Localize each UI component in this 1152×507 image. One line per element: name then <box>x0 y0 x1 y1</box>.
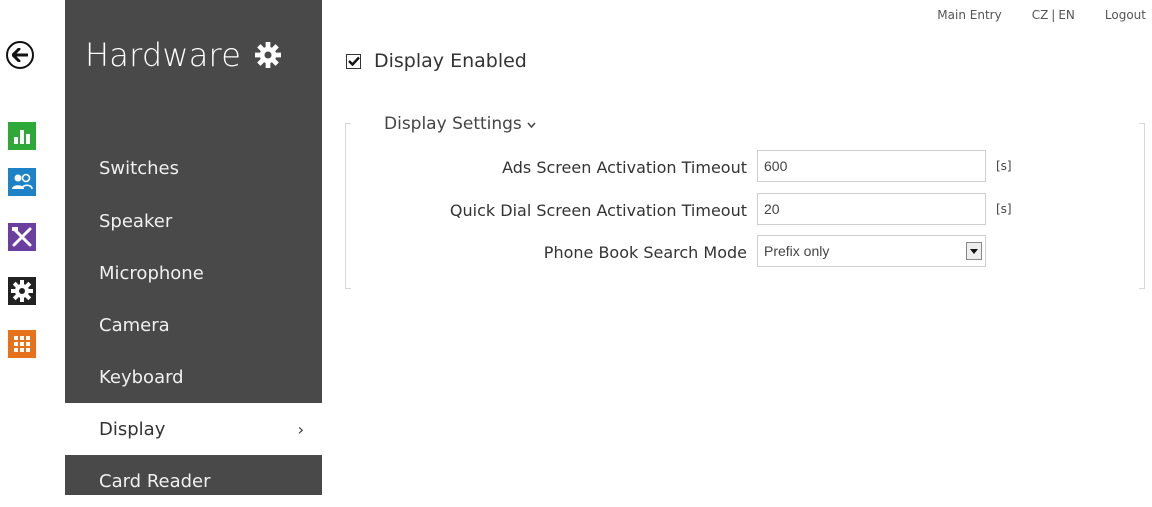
back-arrow-icon <box>12 48 28 62</box>
icon-rail <box>0 0 36 495</box>
group-corner <box>345 288 351 289</box>
quick-dial-timeout-unit: [s] <box>996 202 1012 216</box>
menu-item-microphone[interactable]: Microphone <box>65 247 322 299</box>
ads-timeout-label: Ads Screen Activation Timeout <box>502 158 747 177</box>
users-icon <box>12 173 33 190</box>
display-enabled-row[interactable]: Display Enabled <box>346 50 527 72</box>
lang-separator: | <box>1051 8 1056 22</box>
menu-item-card-reader[interactable]: Card Reader <box>65 455 322 507</box>
status-chart-icon <box>14 130 30 144</box>
group-title-text: Display Settings <box>384 114 522 134</box>
quick-dial-label-wrap: Quick Dial Screen Activation Timeout <box>345 201 747 220</box>
ads-timeout-row: Ads Screen Activation Timeout [s] <box>345 150 1145 182</box>
lang-en-link[interactable]: EN <box>1058 8 1075 22</box>
phonebook-mode-value: Prefix only <box>764 243 830 259</box>
hardware-menu: Hardware Switches Speaker Microphone Cam… <box>65 0 322 495</box>
menu-item-camera[interactable]: Camera <box>65 299 322 351</box>
directory-nav-button[interactable] <box>8 168 36 196</box>
main-entry-link[interactable]: Main Entry <box>937 8 1001 22</box>
ads-timeout-unit: [s] <box>996 159 1012 173</box>
services-nav-button[interactable] <box>8 223 36 251</box>
gear-icon <box>255 42 282 68</box>
menu-item-switches[interactable]: Switches <box>65 142 322 194</box>
gear-icon <box>11 280 33 302</box>
phonebook-mode-select[interactable]: Prefix only <box>757 235 986 267</box>
lang-cz-link[interactable]: CZ <box>1032 8 1049 22</box>
ads-timeout-label-wrap: Ads Screen Activation Timeout <box>345 158 747 177</box>
ads-timeout-input[interactable] <box>757 150 986 182</box>
group-corner <box>1139 123 1145 124</box>
system-nav-button[interactable] <box>8 330 36 358</box>
chevron-right-icon: › <box>297 419 304 439</box>
quick-dial-timeout-label: Quick Dial Screen Activation Timeout <box>449 201 747 220</box>
top-links: Main Entry CZ | EN Logout <box>937 8 1146 22</box>
hardware-nav-button[interactable] <box>8 277 36 305</box>
display-enabled-checkbox[interactable] <box>346 53 361 69</box>
phonebook-label-wrap: Phone Book Search Mode <box>345 243 747 262</box>
chevron-down-icon <box>527 118 536 131</box>
phonebook-mode-row: Phone Book Search Mode Prefix only <box>345 235 1145 267</box>
group-title[interactable]: Display Settings <box>382 114 538 134</box>
display-settings-group: Display Settings Ads Screen Activation T… <box>345 114 1145 289</box>
dropdown-arrow-icon[interactable] <box>966 242 982 260</box>
menu-item-speaker[interactable]: Speaker <box>65 195 322 247</box>
quick-dial-timeout-input[interactable] <box>757 193 986 225</box>
menu-title: Hardware <box>85 36 282 74</box>
menu-item-label: Microphone <box>99 262 204 284</box>
group-corner <box>1139 288 1145 289</box>
language-switch: CZ | EN <box>1032 8 1075 22</box>
tools-icon <box>12 227 32 247</box>
menu-item-display[interactable]: Display › <box>65 403 322 455</box>
menu-title-text: Hardware <box>85 36 242 74</box>
display-enabled-label: Display Enabled <box>374 50 527 72</box>
menu-item-label: Switches <box>99 157 179 179</box>
status-nav-button[interactable] <box>8 122 36 150</box>
menu-item-label: Camera <box>99 314 170 336</box>
menu-item-label: Display <box>99 418 166 440</box>
logout-link[interactable]: Logout <box>1105 8 1146 22</box>
back-button[interactable] <box>6 41 34 69</box>
phonebook-mode-label: Phone Book Search Mode <box>543 243 747 262</box>
menu-item-label: Card Reader <box>99 470 211 492</box>
grid-icon <box>14 336 30 352</box>
quick-dial-timeout-row: Quick Dial Screen Activation Timeout [s] <box>345 193 1145 225</box>
group-corner <box>345 123 351 124</box>
menu-item-label: Keyboard <box>99 366 184 388</box>
menu-item-keyboard[interactable]: Keyboard <box>65 351 322 403</box>
menu-item-label: Speaker <box>99 210 173 232</box>
checkmark-icon <box>347 56 360 66</box>
